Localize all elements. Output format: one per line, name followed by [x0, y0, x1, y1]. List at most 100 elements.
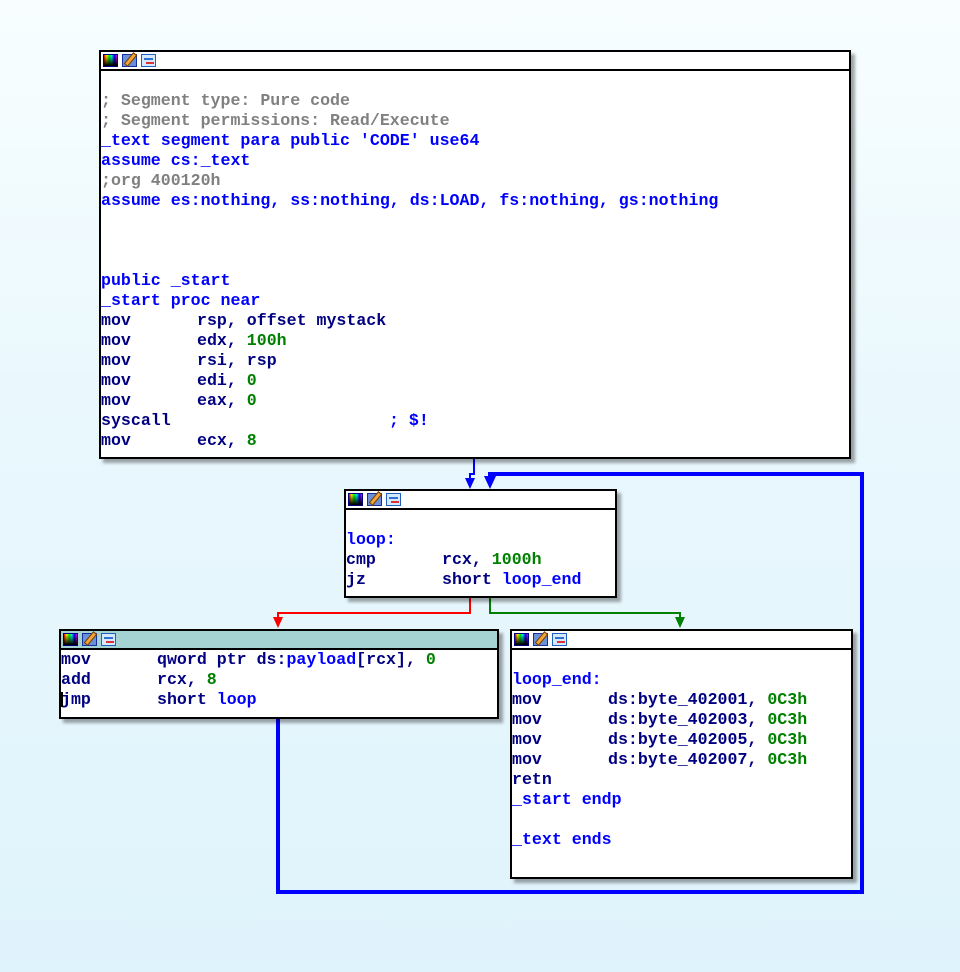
entry-code: ; Segment type: Pure code; Segment permi…: [101, 71, 849, 451]
instruction-line[interactable]: mov eax, 0: [101, 391, 849, 411]
graph-overview-icon[interactable]: [552, 633, 567, 646]
comment-line[interactable]: ; Segment permissions: Read/Execute: [101, 111, 849, 131]
jump-target-link[interactable]: loop: [217, 690, 257, 709]
color-palette-icon[interactable]: [348, 493, 363, 506]
directive-ends: _text ends: [512, 830, 612, 849]
jump-target-link[interactable]: loop_end: [502, 570, 582, 589]
mnemonic: mov: [101, 391, 131, 410]
symbol-link[interactable]: payload: [286, 650, 356, 669]
basic-block-loop[interactable]: loop: cmp rcx, 1000h jz short loop_end: [344, 489, 617, 598]
instruction-line[interactable]: mov ds:byte_402005, 0C3h: [512, 730, 851, 750]
mnemonic: mov: [512, 710, 542, 729]
directive-line[interactable]: public _start: [101, 271, 849, 291]
instruction-line[interactable]: mov ds:byte_402003, 0C3h: [512, 710, 851, 730]
comment-line[interactable]: ;org 400120h: [101, 171, 849, 191]
mnemonic: jmp: [61, 690, 91, 709]
directive-endp: _start endp: [512, 790, 622, 809]
operand: edx,: [197, 331, 247, 350]
instruction-line[interactable]: mov rsi, rsp: [101, 351, 849, 371]
mnemonic: mov: [101, 331, 131, 350]
operand-rest: [rcx],: [356, 650, 426, 669]
block-titlebar: [101, 52, 849, 71]
mnemonic-with-cursor: jmp: [60, 690, 157, 710]
body-code: mov qword ptr ds:payload[rcx], 0 add rcx, …: [60, 650, 497, 710]
block-titlebar: [61, 631, 497, 650]
immediate: 0: [246, 391, 257, 410]
insn-retn[interactable]: retn: [512, 770, 851, 790]
immediate: 0C3h: [767, 730, 808, 749]
immediate: 100h: [246, 331, 287, 350]
operand: rcx,: [157, 670, 207, 689]
operand: eax,: [197, 391, 247, 410]
operand: ds:byte_402003,: [608, 710, 768, 729]
directive-line[interactable]: assume es:nothing, ss:nothing, ds:LOAD, …: [101, 191, 849, 211]
color-palette-icon[interactable]: [63, 633, 78, 646]
operand: rsi, rsp: [197, 351, 277, 370]
graph-overview-icon[interactable]: [141, 54, 156, 67]
insn-jz[interactable]: jz short loop_end: [346, 570, 615, 590]
mnemonic: add: [61, 670, 91, 689]
mnemonic: mov: [101, 371, 131, 390]
label-loop[interactable]: loop:: [346, 530, 615, 550]
immediate: 8: [206, 670, 217, 689]
operand: rcx,: [442, 550, 492, 569]
comment: ; $!: [389, 411, 429, 430]
basic-block-loop-body[interactable]: mov qword ptr ds:payload[rcx], 0 add rcx, …: [59, 629, 499, 719]
comment-line[interactable]: ; Segment type: Pure code: [101, 91, 849, 111]
operand: ds:byte_402005,: [608, 730, 768, 749]
immediate: 0C3h: [767, 690, 808, 709]
operand: edi,: [197, 371, 247, 390]
operand: ds:byte_402001,: [608, 690, 768, 709]
edit-pencil-icon[interactable]: [533, 633, 548, 646]
mnemonic: mov: [512, 690, 542, 709]
edge-entry-to-loop: [465, 458, 475, 489]
operand: short: [442, 570, 502, 589]
instruction-line[interactable]: mov edi, 0: [101, 371, 849, 391]
instruction-line[interactable]: mov ds:byte_402001, 0C3h: [512, 690, 851, 710]
edit-pencil-icon[interactable]: [82, 633, 97, 646]
mnemonic: mov: [101, 311, 131, 330]
loop-code: loop: cmp rcx, 1000h jz short loop_end: [346, 510, 615, 590]
mnemonic: mov: [101, 431, 131, 450]
directive-line[interactable]: _text segment para public 'CODE' use64: [101, 131, 849, 151]
basic-block-loop-end[interactable]: loop_end: mov ds:byte_402001, 0C3h mov ds:b…: [510, 629, 853, 879]
color-palette-icon[interactable]: [514, 633, 529, 646]
mnemonic: mov: [61, 650, 91, 669]
instruction-line[interactable]: mov ecx, 8: [101, 431, 849, 451]
basic-block-entry[interactable]: ; Segment type: Pure code; Segment permi…: [99, 50, 851, 459]
mnemonic: mov: [512, 730, 542, 749]
insn-cmp[interactable]: cmp rcx, 1000h: [346, 550, 615, 570]
insn-jmp[interactable]: jmp short loop: [60, 690, 497, 710]
immediate: 8: [246, 431, 257, 450]
operand: ecx,: [197, 431, 247, 450]
immediate: 1000h: [491, 550, 542, 569]
instruction-line[interactable]: mov ds:byte_402007, 0C3h: [512, 750, 851, 770]
instruction-line[interactable]: mov rsp, offset mystack: [101, 311, 849, 331]
label-loop-end[interactable]: loop_end:: [512, 670, 851, 690]
block-titlebar: [512, 631, 851, 650]
directive-line[interactable]: assume cs:_text: [101, 151, 849, 171]
immediate: 0C3h: [767, 750, 808, 769]
color-palette-icon[interactable]: [103, 54, 118, 67]
mnemonic: mov: [101, 351, 131, 370]
operand: ds:byte_402007,: [608, 750, 768, 769]
block-titlebar: [346, 491, 615, 510]
operand: qword ptr ds:: [157, 650, 287, 669]
edit-pencil-icon[interactable]: [122, 54, 137, 67]
insn-mov[interactable]: mov qword ptr ds:payload[rcx], 0: [61, 650, 497, 670]
insn-add[interactable]: add rcx, 8: [61, 670, 497, 690]
instruction-line[interactable]: syscall ; $!: [101, 411, 849, 431]
mnemonic: mov: [512, 750, 542, 769]
graph-overview-icon[interactable]: [386, 493, 401, 506]
instruction-line[interactable]: mov edx, 100h: [101, 331, 849, 351]
graph-overview-icon[interactable]: [101, 633, 116, 646]
directive-line[interactable]: _start proc near: [101, 291, 849, 311]
edit-pencil-icon[interactable]: [367, 493, 382, 506]
mnemonic: syscall: [101, 411, 171, 430]
